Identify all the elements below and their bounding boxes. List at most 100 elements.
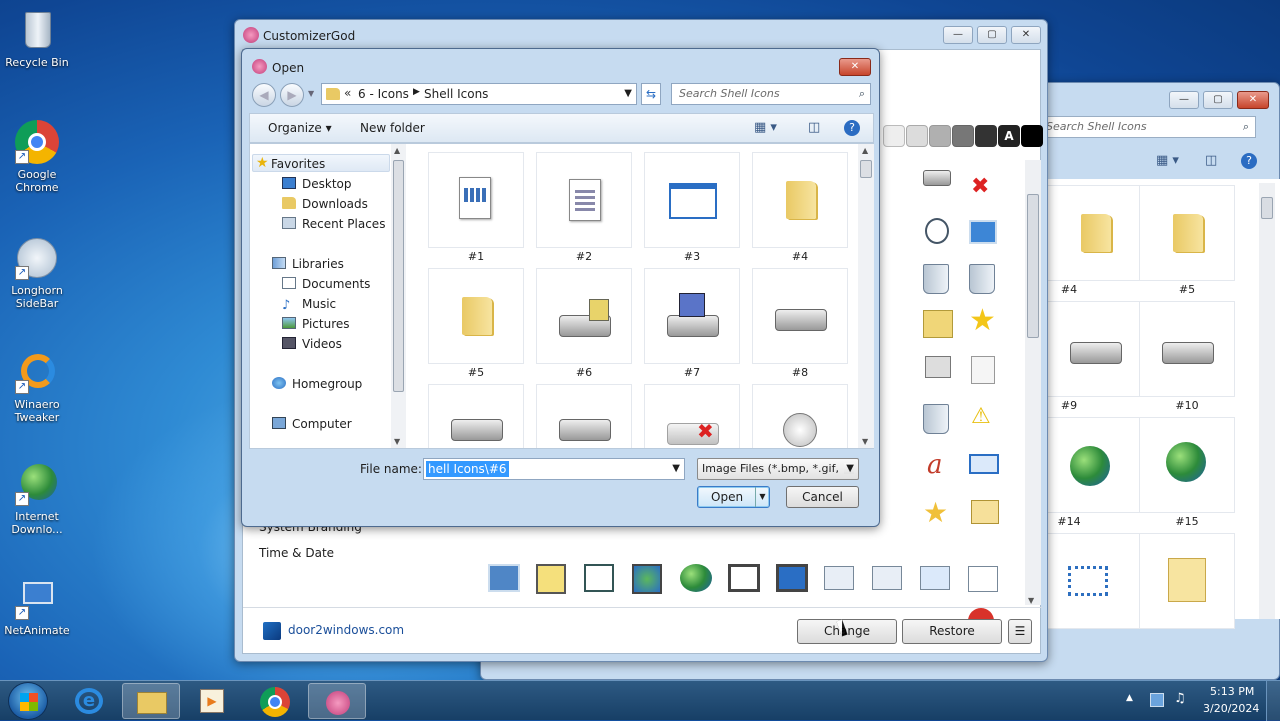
taskbar-customizergod[interactable]	[308, 683, 366, 719]
icon-tile[interactable]	[1047, 417, 1143, 513]
scrollbar[interactable]	[1259, 183, 1275, 619]
folder-arrow-icon[interactable]	[971, 500, 999, 524]
maximize-button[interactable]: ▢	[977, 26, 1007, 44]
nav-recent-places[interactable]: Recent Places	[282, 215, 385, 233]
scroll-up-icon[interactable]: ▲	[394, 146, 400, 155]
start-button[interactable]	[8, 682, 48, 720]
dialog-search-input[interactable]: Search Shell Icons ⌕	[671, 83, 871, 105]
color-swatch[interactable]	[906, 125, 928, 147]
refresh-button[interactable]: ⇆	[641, 83, 661, 105]
dialog-close-button[interactable]: ✕	[839, 58, 871, 76]
menu-button[interactable]: ☰	[1008, 619, 1032, 644]
document-icon[interactable]	[971, 356, 995, 384]
scrollbar[interactable]: ▼	[1025, 160, 1041, 605]
file-tile-1[interactable]	[428, 152, 524, 248]
minimize-button[interactable]: —	[943, 26, 973, 44]
help-icon[interactable]: ?	[844, 120, 860, 136]
monitor-icon[interactable]	[969, 220, 997, 244]
file-tile-11[interactable]: ✖	[644, 384, 740, 448]
cancel-button[interactable]: Cancel	[786, 486, 859, 508]
nav-documents[interactable]: Documents	[282, 275, 370, 293]
recent-dropdown-icon[interactable]: ▼	[308, 89, 314, 98]
file-tile-5[interactable]	[428, 268, 524, 364]
desktop-icon-winaero-tweaker[interactable]: ↗ Winaero Tweaker	[0, 350, 74, 424]
scroll-up-icon[interactable]: ▲	[862, 146, 868, 155]
calendar-gear-icon[interactable]	[584, 564, 614, 592]
icon-tile[interactable]	[1139, 533, 1235, 629]
picture-view-icon[interactable]	[920, 566, 950, 590]
scroll-down-icon[interactable]: ▼	[1028, 596, 1034, 605]
color-swatch[interactable]	[883, 125, 905, 147]
open-file-dialog[interactable]: Open ✕ ◀ ▶ ▼ « 6 - Icons ▶ Shell Icons ▼…	[241, 48, 880, 527]
nav-favorites[interactable]: ★ Favorites	[252, 154, 390, 172]
file-name-input[interactable]: hell Icons\#6 ▼	[423, 458, 685, 480]
desktop-icon-google-chrome[interactable]: ↗ Google Chrome	[0, 120, 74, 194]
color-swatch[interactable]	[975, 125, 997, 147]
nav-libraries[interactable]: Libraries	[272, 255, 344, 273]
open-button[interactable]: Open ▼	[697, 486, 770, 508]
nav-downloads[interactable]: Downloads	[282, 195, 368, 213]
icon-tile[interactable]	[1047, 533, 1143, 629]
volume-tray-icon[interactable]: ♫	[1174, 691, 1186, 706]
desktop-icon-recycle-bin[interactable]: Recycle Bin	[0, 8, 74, 69]
color-swatch[interactable]	[1021, 125, 1043, 147]
nav-videos[interactable]: Videos	[282, 335, 342, 353]
file-tile-4[interactable]	[752, 152, 848, 248]
forward-button[interactable]: ▶	[280, 83, 304, 107]
file-tile-6[interactable]	[536, 268, 632, 364]
icon-tile[interactable]	[1047, 185, 1143, 281]
icon-tile[interactable]	[1139, 185, 1235, 281]
taskbar-media-player[interactable]: ▶	[184, 683, 242, 719]
globe-keyboard-icon[interactable]	[680, 564, 712, 592]
list-view-icon[interactable]	[824, 566, 854, 590]
drive-icon[interactable]	[923, 170, 951, 186]
desktop-icon-internet-download[interactable]: ↗ Internet Downlo...	[0, 462, 74, 536]
scrollbar-thumb[interactable]	[1027, 194, 1039, 338]
help-icon[interactable]: ?	[1241, 153, 1257, 169]
clock-time[interactable]: 5:13 PM	[1210, 685, 1254, 698]
monitor-icon[interactable]	[776, 564, 808, 592]
file-scrollbar[interactable]: ▲ ▼	[858, 144, 874, 448]
network-icon[interactable]	[488, 564, 520, 592]
recycle-bin-icon[interactable]	[923, 404, 949, 434]
icon-tile[interactable]	[1047, 301, 1143, 397]
drive-error-icon[interactable]: ✖	[971, 174, 989, 199]
star-icon[interactable]: ★	[969, 306, 996, 336]
restore-button[interactable]: Restore	[902, 619, 1002, 644]
view-options-icon[interactable]: ▦ ▾	[754, 120, 777, 135]
scrollbar-thumb[interactable]	[1261, 197, 1273, 219]
desktop-icon-netanimate[interactable]: ↗ NetAnimate	[0, 576, 74, 637]
nav-scrollbar[interactable]: ▲ ▼	[391, 144, 406, 448]
taskbar-internet-explorer[interactable]: e	[60, 683, 118, 719]
new-folder-button[interactable]: New folder	[360, 121, 425, 135]
clock-date[interactable]: 3/20/2024	[1203, 702, 1259, 715]
file-tile-3[interactable]	[644, 152, 740, 248]
monitor-icon[interactable]	[728, 564, 760, 592]
clock-icon[interactable]	[925, 218, 949, 244]
search-input[interactable]: Search Shell Icons ⌕	[1041, 116, 1256, 138]
window-icon[interactable]	[969, 454, 999, 474]
file-name-dropdown-icon[interactable]: ▼	[672, 463, 680, 474]
warning-icon[interactable]: ⚠	[971, 404, 991, 429]
file-tile-12[interactable]	[752, 384, 848, 448]
taskbar-chrome[interactable]	[246, 683, 304, 719]
change-button[interactable]: Change	[797, 619, 897, 644]
preview-pane-icon[interactable]: ◫	[1205, 153, 1217, 168]
icon-tile[interactable]	[1139, 301, 1235, 397]
show-desktop-button[interactable]	[1266, 681, 1280, 721]
file-tile-2[interactable]	[536, 152, 632, 248]
globe-frame-icon[interactable]	[632, 564, 662, 594]
scroll-down-icon[interactable]: ▼	[862, 437, 868, 446]
font-icon[interactable]: a	[927, 450, 943, 480]
file-tile-8[interactable]	[752, 268, 848, 364]
scrollbar-thumb[interactable]	[393, 160, 404, 392]
address-bar[interactable]: « 6 - Icons ▶ Shell Icons ▼	[321, 83, 637, 105]
sidebar-item-time-date[interactable]: Time & Date	[259, 546, 334, 560]
desktop-icon-longhorn-sidebar[interactable]: ↗ Longhorn SideBar	[0, 236, 74, 310]
network-tray-icon[interactable]	[1150, 693, 1164, 707]
star-folder-icon[interactable]: ★	[923, 496, 948, 529]
file-type-select[interactable]: Image Files (*.bmp, *.gif, ▼	[697, 458, 859, 480]
document-stack-icon[interactable]	[968, 566, 998, 592]
preview-pane-icon[interactable]: ◫	[808, 120, 820, 135]
color-swatch[interactable]	[929, 125, 951, 147]
